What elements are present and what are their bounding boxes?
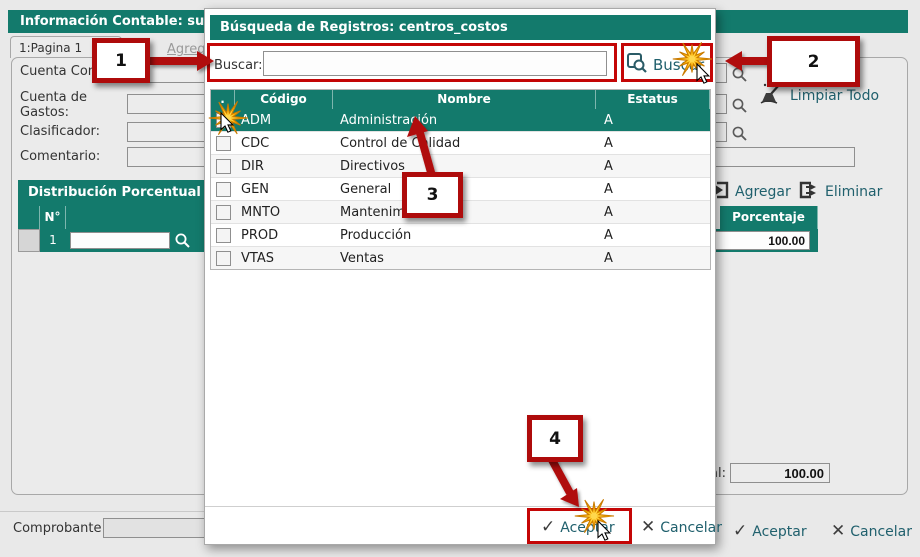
row-codigo-input[interactable] xyxy=(70,232,170,249)
dialog-footer-divider xyxy=(205,506,715,507)
check-icon: ✓ xyxy=(733,521,748,541)
row-checkbox[interactable] xyxy=(215,227,231,243)
agregar-row-button[interactable]: Agregar xyxy=(708,180,791,204)
eliminar-row-label: Eliminar xyxy=(825,184,883,200)
main-cancelar-button[interactable]: ✕ Cancelar xyxy=(831,523,912,540)
row-checkbox[interactable] xyxy=(215,204,231,220)
dialog-title-bar: Búsqueda de Registros: centros_costos xyxy=(210,15,711,40)
highlight-rect-aceptar-button xyxy=(527,508,632,544)
row-checkbox[interactable] xyxy=(215,112,231,128)
highlight-rect-buscar-button xyxy=(621,43,713,82)
dialog-title: Búsqueda de Registros: centros_costos xyxy=(220,20,508,35)
search-records-dialog: Búsqueda de Registros: centros_costos Bu… xyxy=(204,8,722,545)
total-input[interactable] xyxy=(730,463,830,483)
cuenta-gastos-search-icon[interactable] xyxy=(731,97,748,118)
main-aceptar-button[interactable]: ✓ Aceptar xyxy=(733,523,807,540)
agregar-row-label: Agregar xyxy=(735,184,791,200)
col-num: N° xyxy=(40,206,66,229)
dialog-cancelar-label: Cancelar xyxy=(660,519,723,536)
clasificador-label: Clasificador: xyxy=(20,124,101,139)
row-num-cell: 1 xyxy=(49,233,57,247)
highlight-rect-search-field xyxy=(207,43,617,82)
main-cancelar-label: Cancelar xyxy=(850,523,913,540)
row-checkbox[interactable] xyxy=(215,135,231,151)
footer-divider xyxy=(0,511,204,512)
table-row[interactable]: CDC Control de Calidad A xyxy=(211,132,710,155)
col-nombre[interactable]: Nombre xyxy=(333,90,596,109)
col-estatus[interactable]: Estatus xyxy=(596,90,710,109)
comentario-label: Comentario: xyxy=(20,149,101,164)
table-row[interactable]: PROD Producción A xyxy=(211,224,710,247)
remove-row-icon xyxy=(798,180,820,204)
row-codigo-search-icon[interactable] xyxy=(174,232,191,253)
callout-2: 2 xyxy=(767,36,860,87)
cuenta-contable-search-icon[interactable] xyxy=(731,66,748,87)
x-icon: ✕ xyxy=(641,517,656,537)
row-checkbox[interactable] xyxy=(215,250,231,266)
table-row[interactable]: ADM Administración A xyxy=(211,109,710,132)
cuenta-gastos-label: Cuenta de Gastos: xyxy=(20,90,87,120)
limpiar-todo-label: Limpiar Todo xyxy=(790,88,880,104)
col-codigo[interactable]: Código xyxy=(235,90,333,109)
comprobante-label: Comprobante: xyxy=(13,521,106,536)
table-row[interactable]: VTAS Ventas A xyxy=(211,247,710,269)
screen: Información Contable: sucursales 1:Pagin… xyxy=(0,0,920,557)
row-selector-cell[interactable] xyxy=(18,229,40,252)
dialog-cancelar-button[interactable]: ✕ Cancelar xyxy=(641,519,722,536)
tab-label: 1:Pagina 1 xyxy=(19,41,83,55)
results-table-header: . Código Nombre Estatus xyxy=(211,90,710,109)
clasificador-search-icon[interactable] xyxy=(731,125,748,146)
callout-1: 1 xyxy=(92,38,150,83)
main-aceptar-label: Aceptar xyxy=(752,523,807,540)
row-checkbox[interactable] xyxy=(215,158,231,174)
row-checkbox[interactable] xyxy=(215,181,231,197)
eliminar-row-button[interactable]: Eliminar xyxy=(798,180,882,204)
col-porcentaje: Porcentaje xyxy=(720,206,818,229)
col-select: . xyxy=(211,90,235,109)
callout-4: 4 xyxy=(527,415,583,462)
callout-3: 3 xyxy=(402,172,463,218)
x-icon: ✕ xyxy=(831,521,846,541)
